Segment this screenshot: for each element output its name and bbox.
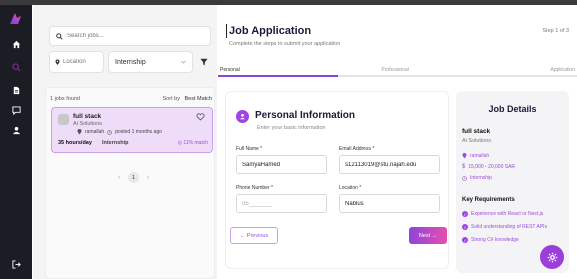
pagination: ‹ 1 ›	[118, 172, 149, 183]
location-filter[interactable]	[49, 51, 104, 73]
job-results: 1 jobs found Sort by Best Match full sta…	[45, 87, 215, 279]
requirement-item: ✓ Experience with React or Next.js	[462, 211, 543, 217]
requirement-text: Solid understanding of REST APIs	[471, 224, 548, 230]
search-icon[interactable]	[11, 63, 21, 73]
personal-info-card: Personal Information Enter your basic in…	[225, 91, 449, 269]
job-type-select[interactable]: Internship	[108, 51, 193, 73]
gear-icon	[547, 252, 557, 262]
clock-icon	[462, 175, 467, 181]
step-professional[interactable]: Professional	[381, 67, 409, 73]
location-pin-icon	[462, 153, 467, 159]
location-pin-icon	[55, 59, 60, 65]
heart-icon[interactable]	[196, 113, 205, 123]
step-indicator: Step 1 of 3	[542, 28, 569, 34]
next-button[interactable]: Next →	[409, 227, 447, 244]
section-subtitle: Enter your basic information	[257, 125, 326, 131]
details-title: Job Details	[488, 104, 537, 114]
full-name-label: Full Name *	[236, 146, 263, 152]
requirement-item: ✓ Strong C# knowledge	[462, 237, 519, 243]
check-icon: ✓	[462, 237, 468, 243]
phone-label: Phone Number *	[236, 185, 273, 191]
prev-page-button[interactable]: ‹	[118, 175, 120, 181]
user-icon	[236, 110, 249, 123]
match-badge: ◎ 11% match	[178, 140, 208, 146]
requirements-title: Key Requirements	[462, 197, 515, 203]
clock-icon	[107, 129, 112, 135]
location-pin-icon	[77, 129, 82, 135]
details-company: Ai Solutions	[462, 138, 492, 144]
progress-fill	[218, 75, 338, 77]
match-value: 11% match	[183, 140, 208, 146]
job-card-posted: posted 1 months ago	[115, 129, 162, 135]
sort-value[interactable]: Best Match	[184, 96, 212, 102]
section-title: Personal Information	[255, 110, 356, 121]
results-header: 1 jobs found Sort by Best Match	[50, 96, 212, 102]
search-box[interactable]	[49, 26, 211, 46]
email-input[interactable]	[339, 155, 440, 174]
page-1-button[interactable]: 1	[128, 172, 139, 183]
location-label: Location *	[339, 185, 362, 191]
phone-field: Phone Number *	[236, 185, 327, 213]
step-application[interactable]: Application	[551, 67, 575, 73]
full-name-field: Full Name *	[236, 146, 327, 174]
page-title: Job Application	[229, 25, 312, 37]
location-input[interactable]	[339, 194, 440, 213]
job-card-title: full stack	[73, 113, 102, 120]
check-icon: ✓	[462, 224, 468, 230]
job-card-company: Ai Solutions	[73, 121, 103, 127]
title-accent-bar	[226, 24, 227, 38]
results-count: 1 jobs found	[50, 96, 80, 102]
filter-button[interactable]	[197, 51, 211, 73]
location-field: Location *	[339, 185, 440, 213]
details-location-row: ramallah	[462, 153, 489, 159]
job-card-type: Internship	[101, 140, 129, 146]
job-card-footer: 35 hours/day Internship ◎ 11% match	[58, 140, 208, 146]
filter-icon	[200, 58, 208, 66]
search-icon	[56, 32, 63, 40]
details-salary: 15,000 - 20,000 SAR	[468, 164, 516, 170]
filters-row: Internship	[49, 51, 211, 73]
search-input[interactable]	[67, 33, 167, 39]
dollar-icon: $	[462, 164, 466, 170]
chevron-down-icon	[181, 60, 186, 64]
company-avatar	[58, 114, 69, 125]
details-type-row: Internship	[462, 175, 492, 181]
logout-icon[interactable]	[11, 260, 21, 270]
progress-bar	[218, 75, 577, 77]
next-page-button[interactable]: ›	[147, 175, 149, 181]
target-icon: ◎	[177, 140, 182, 146]
document-icon[interactable]	[11, 86, 21, 96]
job-type-value: Internship	[115, 58, 146, 66]
job-list-panel: Internship 1 jobs found Sort by Best Mat…	[33, 5, 217, 279]
details-salary-row: $ 15,000 - 20,000 SAR	[462, 164, 515, 170]
chat-icon[interactable]	[11, 106, 21, 116]
job-card-hours: 35 hours/day	[58, 140, 92, 146]
email-label: Email Address *	[339, 146, 375, 152]
phone-input[interactable]	[236, 194, 327, 213]
sort-label: Sort by	[162, 96, 180, 102]
email-field: Email Address *	[339, 146, 440, 174]
logo-icon[interactable]	[9, 12, 22, 25]
requirement-text: Strong C# knowledge	[471, 237, 519, 243]
step-personal[interactable]: Personal	[220, 67, 240, 73]
location-input[interactable]	[63, 59, 103, 65]
home-icon[interactable]	[11, 40, 21, 50]
icon-rail	[0, 5, 32, 279]
requirement-text: Experience with React or Next.js	[471, 211, 544, 217]
job-card-meta: ramallah posted 1 months ago	[77, 129, 162, 135]
details-type: Internship	[470, 175, 492, 181]
settings-fab[interactable]	[540, 245, 564, 269]
details-job-title: full stack	[462, 128, 491, 135]
sort-control[interactable]: Sort by Best Match	[163, 96, 212, 102]
previous-button[interactable]: ← Previous	[230, 227, 278, 244]
details-location: ramallah	[470, 153, 490, 159]
full-name-input[interactable]	[236, 155, 327, 174]
stepper: Personal Professional Application	[218, 67, 577, 73]
page-subtitle: Complete the steps to submit your applic…	[229, 41, 341, 47]
job-card-location: ramallah	[85, 129, 105, 135]
user-icon[interactable]	[11, 126, 21, 136]
requirement-item: ✓ Solid understanding of REST APIs	[462, 224, 547, 230]
job-card[interactable]: full stack Ai Solutions ramallah posted …	[51, 107, 213, 153]
check-icon: ✓	[462, 211, 468, 217]
